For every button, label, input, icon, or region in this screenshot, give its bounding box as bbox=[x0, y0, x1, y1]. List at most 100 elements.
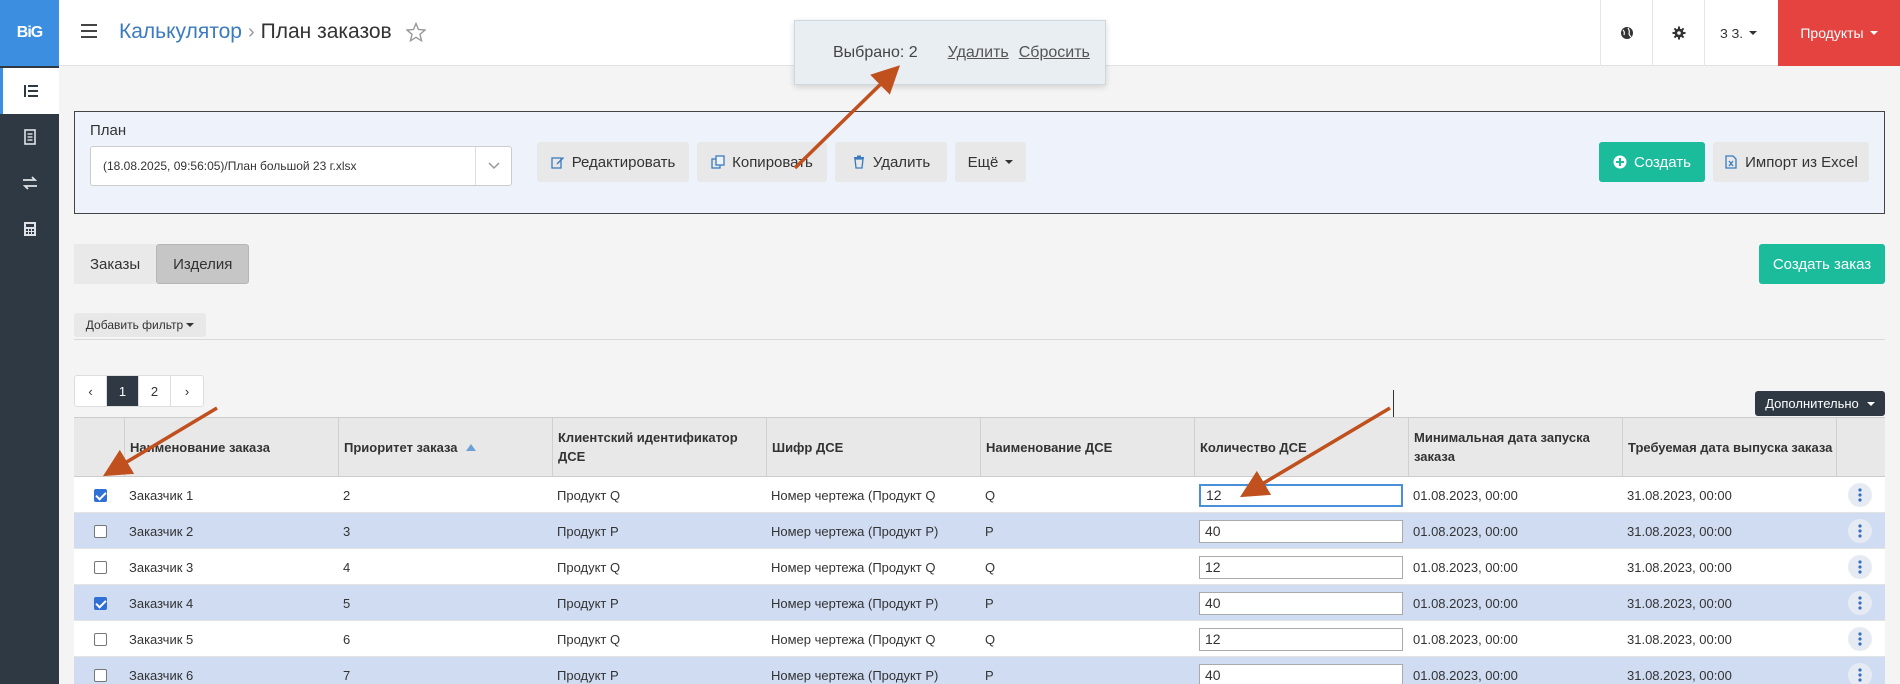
header-priority[interactable]: Приоритет заказа bbox=[338, 418, 552, 476]
table-row[interactable]: Заказчик 6 7 Продукт P Номер чертежа (Проду… bbox=[74, 657, 1885, 684]
quantity-input[interactable]: 12 bbox=[1199, 483, 1403, 507]
toast-reset-link[interactable]: Сбросить bbox=[1019, 44, 1090, 62]
breadcrumb-calculator[interactable]: Калькулятор bbox=[119, 20, 242, 44]
row-select-cell bbox=[74, 549, 124, 585]
add-filter-label: Добавить фильтр bbox=[85, 318, 184, 332]
copy-button[interactable]: Копировать bbox=[697, 142, 827, 182]
sidebar-item-document[interactable] bbox=[0, 114, 59, 160]
products-label: Продукты bbox=[1800, 25, 1864, 41]
row-checkbox[interactable] bbox=[94, 668, 107, 682]
header-dse-name[interactable]: Наименование ДСЕ bbox=[980, 418, 1194, 476]
row-checkbox[interactable] bbox=[94, 488, 107, 502]
header-min-date[interactable]: Минимальная дата запуска заказа bbox=[1408, 418, 1622, 476]
header-select bbox=[74, 418, 124, 476]
selection-toast: Выбрано: 2 Удалить Сбросить bbox=[794, 20, 1106, 85]
extra-button[interactable]: Дополнительно bbox=[1755, 391, 1885, 416]
cell-code: Номер чертежа (Продукт P) bbox=[771, 523, 939, 539]
quantity-input[interactable]: 12 bbox=[1199, 555, 1403, 579]
chevron-down-icon bbox=[475, 147, 511, 185]
header-req-date[interactable]: Требуемая дата выпуска заказа bbox=[1622, 418, 1836, 476]
cell-actions bbox=[1836, 513, 1885, 549]
sidebar-item-list[interactable] bbox=[0, 68, 59, 114]
import-excel-label: Импорт из Excel bbox=[1745, 153, 1858, 171]
cell-req-date: 31.08.2023, 00:00 bbox=[1627, 523, 1732, 539]
create-plan-button[interactable]: Создать bbox=[1599, 142, 1705, 182]
page-2[interactable]: 2 bbox=[139, 376, 171, 406]
tab-orders[interactable]: Заказы bbox=[74, 244, 157, 284]
user-menu[interactable]: З З. bbox=[1704, 0, 1772, 66]
header-priority-label: Приоритет заказа bbox=[344, 439, 458, 455]
row-checkbox[interactable] bbox=[94, 560, 107, 574]
create-order-button[interactable]: Создать заказ bbox=[1759, 244, 1885, 284]
menu-icon[interactable] bbox=[81, 24, 97, 38]
sidebar-item-calculator[interactable] bbox=[0, 206, 59, 252]
table-row[interactable]: Заказчик 4 5 Продукт P Номер чертежа (Проду… bbox=[74, 585, 1885, 621]
quantity-input[interactable]: 40 bbox=[1199, 663, 1403, 684]
cell-name: Заказчик 2 bbox=[129, 523, 194, 539]
sidebar-item-exchange[interactable] bbox=[0, 160, 59, 206]
cell-min-date: 01.08.2023, 00:00 bbox=[1413, 667, 1518, 683]
quantity-input[interactable]: 40 bbox=[1199, 519, 1403, 543]
edit-icon bbox=[551, 157, 564, 169]
trash-icon bbox=[853, 155, 864, 169]
cell-quantity: 12 bbox=[1194, 621, 1408, 657]
plan-select[interactable]: (18.08.2025, 09:56:05)/План большой 23 г… bbox=[90, 146, 512, 186]
more-button[interactable]: Ещё bbox=[955, 142, 1026, 182]
create-plan-label: Создать bbox=[1633, 153, 1691, 171]
cell-dse: Q bbox=[985, 487, 996, 503]
toast-delete-link[interactable]: Удалить bbox=[948, 44, 1009, 62]
quantity-input[interactable]: 12 bbox=[1199, 627, 1403, 651]
header-client-id[interactable]: Клиентский идентификатор ДСЕ bbox=[552, 418, 766, 476]
row-checkbox[interactable] bbox=[94, 524, 107, 538]
page-1[interactable]: 1 bbox=[107, 376, 139, 406]
header-order-name[interactable]: Наименование заказа bbox=[124, 418, 338, 476]
cell-client-id: Продукт Q bbox=[557, 559, 621, 575]
table-row[interactable]: Заказчик 1 2 Продукт Q Номер чертежа (Проду… bbox=[74, 477, 1885, 513]
header-quantity[interactable]: Количество ДСЕ bbox=[1194, 418, 1408, 476]
cell-dse: P bbox=[985, 523, 994, 539]
cell-name: Заказчик 1 bbox=[129, 487, 194, 503]
quantity-input[interactable]: 40 bbox=[1199, 591, 1403, 615]
row-actions-button[interactable] bbox=[1848, 627, 1872, 651]
pagination: ‹ 1 2 › bbox=[74, 375, 204, 407]
cell-code: Номер чертежа (Продукт Q bbox=[771, 631, 936, 647]
excel-file-icon bbox=[1725, 155, 1737, 169]
cell-client-id: Продукт Q bbox=[557, 487, 621, 503]
row-actions-button[interactable] bbox=[1848, 519, 1872, 543]
table-row[interactable]: Заказчик 5 6 Продукт Q Номер чертежа (Проду… bbox=[74, 621, 1885, 657]
cell-quantity: 12 bbox=[1194, 549, 1408, 585]
breadcrumb: Калькулятор › План заказов bbox=[119, 20, 426, 44]
header-actions bbox=[1836, 418, 1885, 476]
kebab-icon bbox=[1858, 488, 1862, 502]
app-logo[interactable]: BiG bbox=[0, 0, 59, 66]
cell-client-id: Продукт P bbox=[557, 667, 619, 683]
language-button[interactable] bbox=[1600, 0, 1652, 66]
products-button[interactable]: Продукты bbox=[1778, 0, 1900, 66]
page-next[interactable]: › bbox=[171, 376, 203, 406]
table-row[interactable]: Заказчик 3 4 Продукт Q Номер чертежа (Проду… bbox=[74, 549, 1885, 585]
cell-dse: P bbox=[985, 595, 994, 611]
add-filter-button[interactable]: Добавить фильтр bbox=[74, 313, 206, 337]
row-actions-button[interactable] bbox=[1848, 555, 1872, 579]
star-icon[interactable] bbox=[405, 22, 426, 42]
settings-button[interactable] bbox=[1652, 0, 1704, 66]
row-checkbox[interactable] bbox=[94, 632, 107, 646]
kebab-icon bbox=[1858, 560, 1862, 574]
table-row[interactable]: Заказчик 2 3 Продукт P Номер чертежа (Проду… bbox=[74, 513, 1885, 549]
cell-actions bbox=[1836, 477, 1885, 513]
row-actions-button[interactable] bbox=[1848, 663, 1872, 684]
cell-actions bbox=[1836, 621, 1885, 657]
gear-icon bbox=[1672, 26, 1685, 40]
tab-products[interactable]: Изделия bbox=[156, 244, 250, 284]
selected-count: Выбрано: 2 bbox=[833, 43, 918, 61]
delete-plan-button[interactable]: Удалить bbox=[835, 142, 947, 182]
import-excel-button[interactable]: Импорт из Excel bbox=[1713, 142, 1869, 182]
cell-actions bbox=[1836, 657, 1885, 684]
chevron-down-icon bbox=[1005, 160, 1014, 164]
row-actions-button[interactable] bbox=[1848, 483, 1872, 507]
edit-button[interactable]: Редактировать bbox=[537, 142, 689, 182]
page-prev[interactable]: ‹ bbox=[75, 376, 107, 406]
row-checkbox[interactable] bbox=[94, 596, 107, 610]
header-code[interactable]: Шифр ДСЕ bbox=[766, 418, 980, 476]
row-actions-button[interactable] bbox=[1848, 591, 1872, 615]
